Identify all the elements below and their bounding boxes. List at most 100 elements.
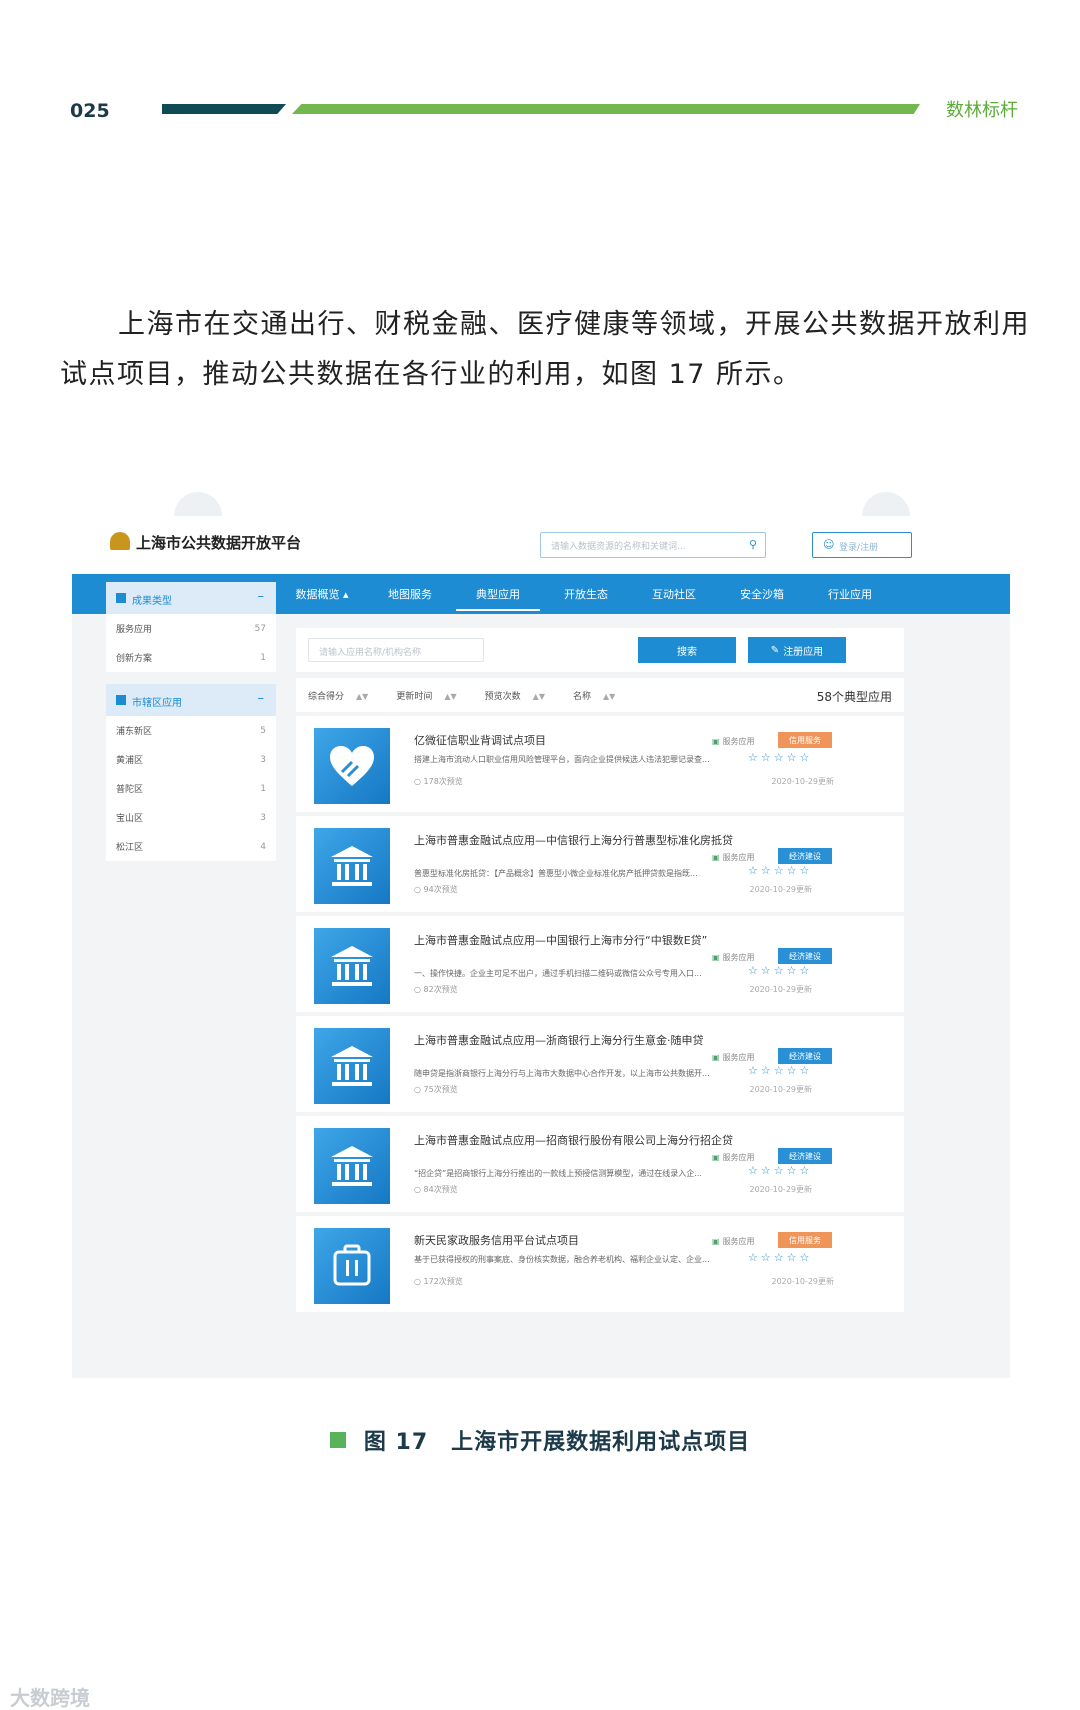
caption-text: 图 17 上海市开展数据利用试点项目 <box>363 1430 751 1455</box>
card-title[interactable]: 新天民家政服务信用平台试点项目 <box>414 1232 579 1248</box>
app-card[interactable]: 上海市普惠金融试点应用—中信银行上海分行普惠型标准化房抵贷 ▣ 服务应用 经济建设… <box>296 816 904 912</box>
panel-header[interactable]: 市辖区应用 – <box>106 684 276 716</box>
page-number: 025 <box>70 100 110 122</box>
views-label: 94次预览 <box>423 885 458 894</box>
card-title[interactable]: 上海市普惠金融试点应用—招商银行股份有限公司上海分行招企贷 <box>414 1132 733 1148</box>
total-count: 58个典型应用 <box>816 690 892 704</box>
filter-item[interactable]: 黄浦区 3 <box>106 745 276 774</box>
views-label: 178次预览 <box>423 777 463 786</box>
sort-label: 综合得分 <box>308 691 345 702</box>
header-bar-dark <box>162 104 286 114</box>
briefcase-icon <box>314 1228 390 1304</box>
filter-item[interactable]: 创新方案 1 <box>106 643 276 672</box>
sort-label: 预览次数 <box>484 691 521 702</box>
app-card[interactable]: 上海市普惠金融试点应用—中国银行上海市分行“中银数E贷” ▣ 服务应用 经济建设 … <box>296 916 904 1012</box>
bank-icon <box>314 828 390 904</box>
card-date: 2020-10-29更新 <box>771 777 835 786</box>
card-title[interactable]: 上海市普惠金融试点应用—中国银行上海市分行“中银数E贷” <box>414 932 707 948</box>
bank-icon <box>314 1128 390 1204</box>
card-description: 搭建上海市流动人口职业信用风险管理平台，面向企业提供候选人违法犯罪记录查... <box>414 755 710 764</box>
card-type-label: 服务应用 <box>722 953 755 962</box>
sort-bar: 综合得分 ▲▼ 更新时间 ▲▼ 预览次数 ▲▼ 名称 ▲▼ 58个典型应用 <box>296 678 904 712</box>
caption-square-icon <box>329 1432 346 1448</box>
card-description: 一、操作快捷。企业主可足不出户，通过手机扫描二维码或微信公众号专用入口... <box>414 969 702 978</box>
nav-open-ecosystem[interactable]: 开放生态 <box>542 574 630 614</box>
card-badge: 信用服务 <box>778 1232 832 1248</box>
edit-icon: ✎ <box>770 644 780 656</box>
site-search-input[interactable]: 请输入数据资源的名称和关键词... ⚲ <box>540 532 766 558</box>
sort-arrows-icon: ▲▼ <box>532 691 545 701</box>
card-views: ○ 94次预览 <box>414 885 458 894</box>
nav-data-overview[interactable]: 数据概览 ▴ <box>278 574 366 614</box>
brand-label: 数林标杆 <box>946 100 1018 121</box>
app-list: 请输入应用名称/机构名称 搜索 ✎ 注册应用 综合得分 ▲▼ 更新时间 ▲▼ 预览次… <box>296 628 904 1312</box>
login-button[interactable]: ☺ 登录/注册 <box>812 532 912 558</box>
card-badge: 信用服务 <box>778 732 832 748</box>
page-header: 025 数林标杆 <box>0 92 1080 122</box>
figure-screenshot: 上海市公共数据开放平台 请输入数据资源的名称和关键词... ⚲ ☺ 登录/注册 … <box>72 486 1010 1378</box>
card-title[interactable]: 亿微征信职业背调试点项目 <box>414 732 546 748</box>
filter-count: 5 <box>260 725 266 736</box>
list-toolbar: 请输入应用名称/机构名称 搜索 ✎ 注册应用 <box>296 628 904 672</box>
app-card[interactable]: 上海市普惠金融试点应用—浙商银行上海分行生意金·随申贷 ▣ 服务应用 经济建设 随… <box>296 1016 904 1112</box>
filter-panel-district: 市辖区应用 – 浦东新区 5 黄浦区 3 普陀区 1 宝山区 3 松江区 4 <box>106 684 276 861</box>
card-views: ○ 75次预览 <box>414 1085 458 1094</box>
header-bar-green <box>292 104 920 114</box>
collapse-icon[interactable]: – <box>258 691 265 706</box>
card-date: 2020-10-29更新 <box>749 1085 813 1094</box>
watermark: 大数跨境 <box>10 1682 90 1710</box>
card-title[interactable]: 上海市普惠金融试点应用—中信银行上海分行普惠型标准化房抵贷 <box>414 832 733 848</box>
nav-industry-apps[interactable]: 行业应用 <box>806 574 894 614</box>
sort-score[interactable]: 综合得分 ▲▼ <box>308 689 368 702</box>
star-rating-icon: ☆☆☆☆☆ <box>748 864 813 877</box>
search-icon[interactable]: ⚲ <box>749 538 757 551</box>
panel-header[interactable]: 成果类型 – <box>106 582 276 614</box>
category-icon: ▣ <box>712 1237 720 1246</box>
site-title: 上海市公共数据开放平台 <box>136 534 302 552</box>
keyword-input[interactable]: 请输入应用名称/机构名称 <box>308 638 484 662</box>
card-type: ▣ 服务应用 <box>712 952 755 963</box>
card-title[interactable]: 上海市普惠金融试点应用—浙商银行上海分行生意金·随申贷 <box>414 1032 704 1048</box>
views-label: 82次预览 <box>423 985 458 994</box>
filter-item[interactable]: 浦东新区 5 <box>106 716 276 745</box>
filter-item[interactable]: 松江区 4 <box>106 832 276 861</box>
app-card[interactable]: 上海市普惠金融试点应用—招商银行股份有限公司上海分行招企贷 ▣ 服务应用 经济建设… <box>296 1116 904 1212</box>
platform-logo-icon <box>110 532 130 550</box>
filter-count: 57 <box>254 623 266 634</box>
watermark-text: 大数跨境 <box>10 1686 90 1710</box>
card-views: ○ 84次预览 <box>414 1185 458 1194</box>
sort-views[interactable]: 预览次数 ▲▼ <box>485 689 545 702</box>
star-rating-icon: ☆☆☆☆☆ <box>748 1164 813 1177</box>
card-views: ○ 178次预览 <box>414 777 463 786</box>
star-rating-icon: ☆☆☆☆☆ <box>748 1064 813 1077</box>
nav-community[interactable]: 互动社区 <box>630 574 718 614</box>
views-label: 84次预览 <box>423 1185 458 1194</box>
card-date: 2020-10-29更新 <box>749 885 813 894</box>
sort-arrows-icon: ▲▼ <box>603 691 616 701</box>
filter-label: 创新方案 <box>116 654 153 664</box>
register-app-button[interactable]: ✎ 注册应用 <box>748 637 846 663</box>
star-rating-icon: ☆☆☆☆☆ <box>748 751 813 764</box>
sort-name[interactable]: 名称 ▲▼ <box>573 689 615 702</box>
filter-count: 1 <box>260 783 266 794</box>
card-badge: 经济建设 <box>778 848 832 864</box>
app-card[interactable]: 亿微征信职业背调试点项目 ▣ 服务应用 信用服务 搭建上海市流动人口职业信用风险管… <box>296 716 904 812</box>
grid-icon <box>116 593 126 603</box>
search-button[interactable]: 搜索 <box>638 637 736 663</box>
site-header: 上海市公共数据开放平台 请输入数据资源的名称和关键词... ⚲ ☺ 登录/注册 <box>72 486 1010 572</box>
app-card[interactable]: 新天民家政服务信用平台试点项目 ▣ 服务应用 信用服务 基于已获得授权的刑事案底、… <box>296 1216 904 1312</box>
filter-item[interactable]: 普陀区 1 <box>106 774 276 803</box>
card-date: 2020-10-29更新 <box>771 1277 835 1286</box>
filter-item[interactable]: 宝山区 3 <box>106 803 276 832</box>
category-icon: ▣ <box>712 1153 720 1162</box>
collapse-icon[interactable]: – <box>258 589 265 604</box>
filter-label: 普陀区 <box>116 785 144 795</box>
nav-typical-apps[interactable]: 典型应用 <box>454 574 542 614</box>
sort-update-time[interactable]: 更新时间 ▲▼ <box>396 689 456 702</box>
nav-security-sandbox[interactable]: 安全沙箱 <box>718 574 806 614</box>
card-type: ▣ 服务应用 <box>712 736 755 747</box>
bank-icon <box>314 1028 390 1104</box>
nav-map-service[interactable]: 地图服务 <box>366 574 454 614</box>
card-badge: 经济建设 <box>778 948 832 964</box>
filter-item[interactable]: 服务应用 57 <box>106 614 276 643</box>
